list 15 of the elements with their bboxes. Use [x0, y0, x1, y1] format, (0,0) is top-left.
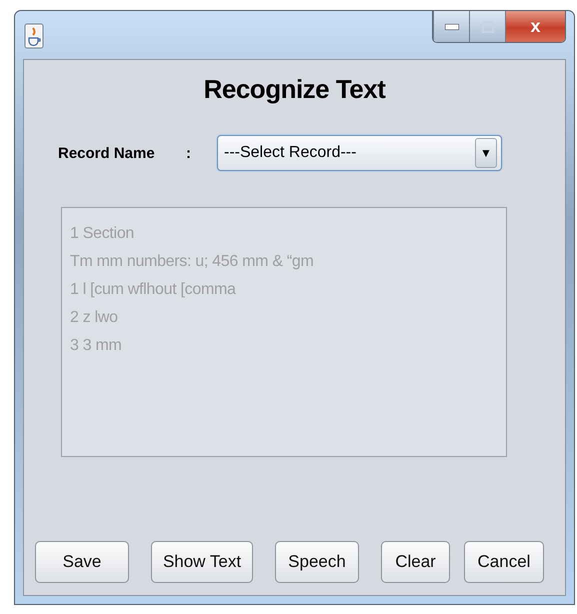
coffee-cup-icon [24, 23, 44, 49]
maximize-button[interactable] [469, 11, 505, 42]
dialog-button[interactable]: Cancel [464, 541, 544, 583]
dialog-button[interactable]: Show Text [151, 541, 253, 583]
minimize-button[interactable] [433, 11, 469, 42]
minimize-icon [444, 24, 458, 30]
close-button[interactable]: x [505, 11, 565, 42]
record-name-label: Record Name [58, 144, 156, 162]
dialog-button[interactable]: Save [35, 541, 129, 583]
maximize-icon [482, 20, 494, 32]
dialog-heading: Recognize Text [204, 74, 386, 105]
colon-separator: : [186, 144, 192, 162]
dialog-button[interactable]: Speech [275, 541, 359, 583]
dialog-button[interactable]: Clear [381, 541, 450, 583]
record-dropdown[interactable]: ---Select Record--- ▼ [217, 135, 502, 171]
